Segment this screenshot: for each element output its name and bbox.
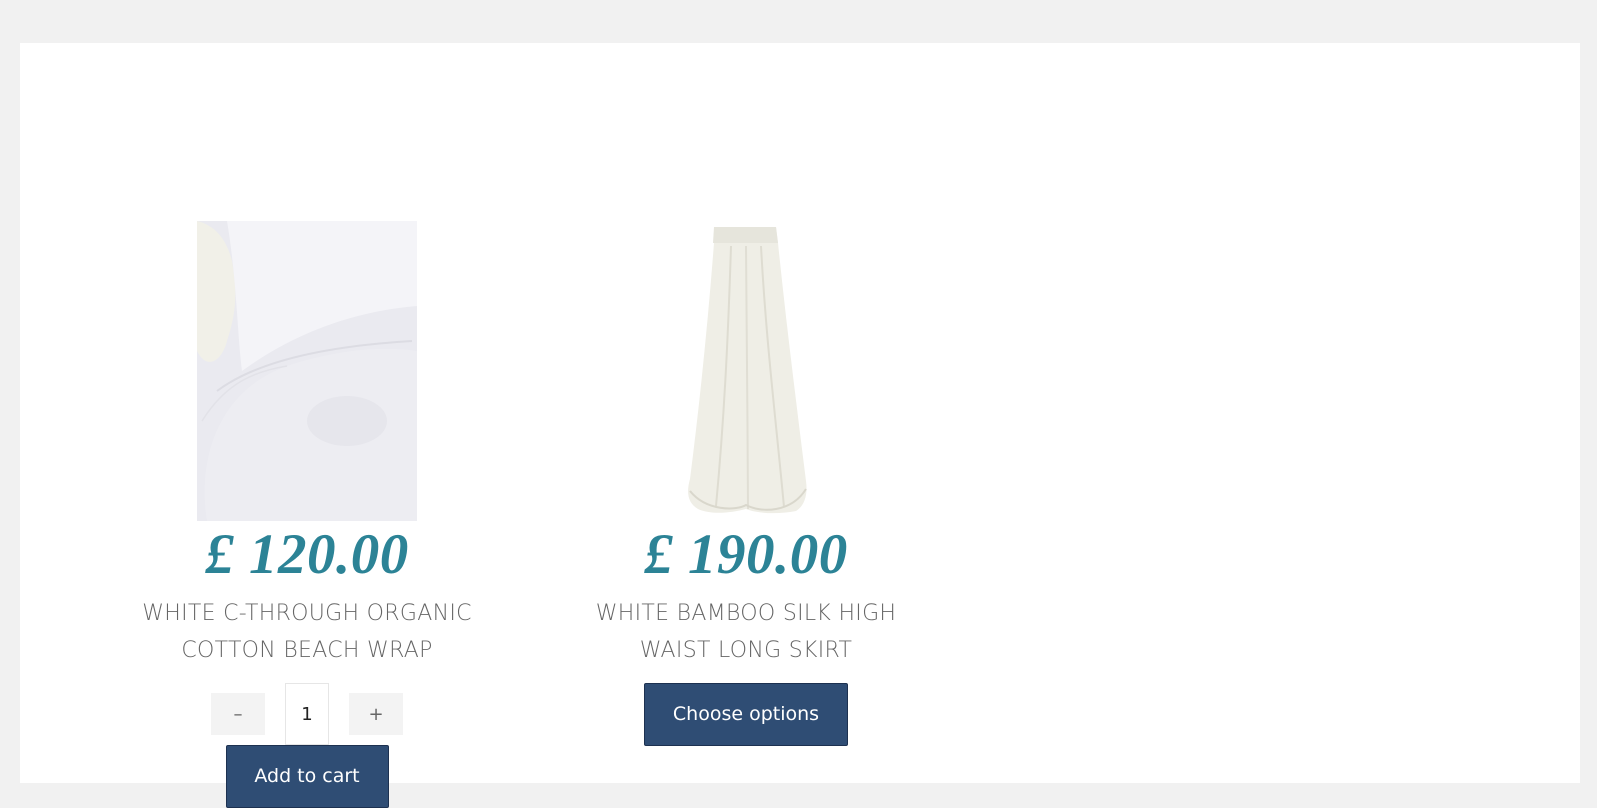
product-price: £ 120.00 bbox=[205, 523, 409, 586]
product-card: £ 190.00 WHITE BAMBOO SILK HIGH WAIST LO… bbox=[576, 221, 916, 746]
product-title-line: WHITE BAMBOO SILK HIGH bbox=[595, 601, 897, 626]
choose-options-button[interactable]: Choose options bbox=[644, 683, 848, 746]
product-title[interactable]: WHITE BAMBOO SILK HIGH WAIST LONG SKIRT bbox=[576, 595, 916, 669]
product-image-long-skirt[interactable] bbox=[636, 221, 856, 521]
beach-wrap-photo bbox=[197, 221, 417, 521]
product-image-beach-wrap[interactable] bbox=[197, 221, 417, 521]
product-card: £ 120.00 WHITE C-THROUGH ORGANIC COTTON … bbox=[137, 221, 477, 808]
product-title-line: COTTON BEACH WRAP bbox=[181, 638, 433, 663]
product-price: £ 190.00 bbox=[644, 523, 848, 586]
quantity-input[interactable] bbox=[285, 683, 329, 745]
product-title-line: WAIST LONG SKIRT bbox=[639, 638, 853, 663]
decrease-quantity-button[interactable]: – bbox=[211, 693, 265, 735]
quantity-stepper: – + bbox=[137, 683, 477, 745]
increase-quantity-button[interactable]: + bbox=[349, 693, 403, 735]
long-skirt-photo bbox=[636, 221, 856, 521]
product-grid: £ 120.00 WHITE C-THROUGH ORGANIC COTTON … bbox=[20, 43, 1580, 808]
product-title[interactable]: WHITE C-THROUGH ORGANIC COTTON BEACH WRA… bbox=[137, 595, 477, 669]
product-title-line: WHITE C-THROUGH ORGANIC bbox=[142, 601, 472, 626]
add-to-cart-button[interactable]: Add to cart bbox=[225, 745, 389, 808]
